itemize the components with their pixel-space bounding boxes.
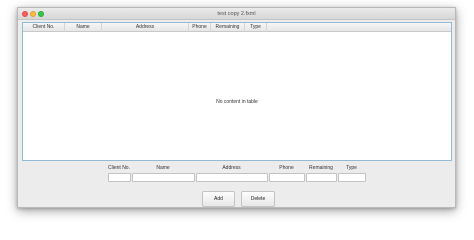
phone-label: Phone	[279, 165, 294, 171]
type-label: Type	[346, 165, 357, 171]
name-label: Name	[156, 165, 170, 171]
name-field[interactable]	[132, 173, 195, 182]
empty-table-placeholder: No content in table	[216, 99, 258, 105]
client-no-field[interactable]	[108, 173, 131, 182]
column-header-type[interactable]: Type	[245, 23, 267, 32]
remaining-field[interactable]	[306, 173, 337, 182]
delete-button[interactable]: Delete	[241, 191, 275, 207]
table-header: Client No. Name Address Phone Remaining …	[23, 23, 451, 32]
remaining-label: Remaining	[309, 165, 333, 171]
window-title: test copy 2.fxml	[217, 11, 256, 17]
clients-table[interactable]: Client No. Name Address Phone Remaining …	[22, 22, 452, 161]
column-header-phone[interactable]: Phone	[189, 23, 211, 32]
add-button[interactable]: Add	[202, 191, 235, 207]
column-header-address[interactable]: Address	[102, 23, 189, 32]
column-header-name[interactable]: Name	[65, 23, 102, 32]
column-header-remaining[interactable]: Remaining	[211, 23, 245, 32]
app-window: test copy 2.fxml Client No. Name Address…	[17, 7, 456, 208]
address-field[interactable]	[196, 173, 268, 182]
column-header-client-no[interactable]: Client No.	[23, 23, 65, 32]
address-label: Address	[222, 165, 241, 171]
client-no-label: Client No.	[108, 165, 130, 171]
title-bar[interactable]: test copy 2.fxml	[18, 8, 455, 20]
type-field[interactable]	[338, 173, 366, 182]
phone-field[interactable]	[269, 173, 305, 182]
